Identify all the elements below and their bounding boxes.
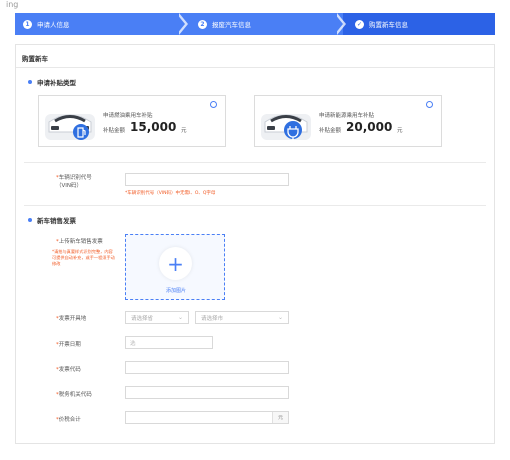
bullet-icon — [28, 218, 32, 222]
province-placeholder: 请选择省 — [131, 315, 154, 322]
step-progress-bar: 1 申请人信息 2 报废汽车信息 ✓ 购置新车信息 — [15, 13, 495, 35]
vin-label: *车辆识别代号 （VIN码） — [56, 173, 116, 189]
invoice-code-label-text: 发票代码 — [58, 367, 81, 373]
issue-place-label: *发票开具地 — [56, 314, 86, 322]
subsidy-amount: 15,000 — [130, 120, 177, 134]
radio-button[interactable] — [210, 101, 217, 108]
fuel-car-icon — [45, 114, 95, 140]
vin-label-line2: （VIN码） — [56, 183, 82, 189]
section-title: 新车销售发票 — [37, 217, 76, 225]
subsidy-section-heading: 申请补贴类型 — [28, 77, 76, 87]
step-number: 1 — [23, 19, 32, 29]
invoice-code-input[interactable] — [125, 361, 289, 374]
date-label-text: 开票日期 — [58, 342, 81, 348]
vin-input[interactable] — [125, 173, 289, 186]
step-label: 报废汽车信息 — [212, 21, 251, 29]
radio-button[interactable] — [426, 101, 433, 108]
step-scrap-vehicle-info[interactable]: 2 报废汽车信息 — [198, 13, 251, 35]
currency-unit: 元 — [272, 412, 288, 423]
check-icon: ✓ — [355, 19, 364, 29]
total-label: *价税合计 — [56, 415, 81, 423]
upload-label: *上传新车销售发票 — [56, 237, 103, 245]
step-divider — [334, 13, 343, 35]
date-input[interactable]: 选 — [125, 336, 213, 349]
upload-caption: 添加图片 — [165, 288, 186, 294]
step-label: 申请人信息 — [37, 21, 70, 29]
divider — [24, 205, 486, 206]
province-select[interactable]: 请选择省 ⌄ — [125, 311, 189, 324]
invoice-upload-area[interactable]: + 添加图片 — [125, 234, 225, 300]
new-car-panel: 购置新车 申请补贴类型 申请燃油乘用车补贴 补贴金额 15,000 元 申请新能… — [15, 44, 495, 444]
tax-office-label: *税务机关代码 — [56, 390, 92, 398]
subsidy-name: 申请燃油乘用车补贴 — [103, 113, 153, 119]
upload-hint: *请拍与真要样式识别完整，内容可提供自动补充，或手一程须手动修改 — [52, 249, 115, 266]
chevron-down-icon: ⌄ — [277, 314, 283, 321]
step-label: 购置新车信息 — [369, 21, 408, 29]
vin-hint: *车辆识别代号（VIN码）中无需I、O、Q字母 — [125, 191, 216, 196]
divider — [16, 67, 494, 68]
ev-car-icon — [261, 114, 311, 140]
step-divider — [176, 13, 185, 35]
issue-place-label-text: 发票开具地 — [58, 316, 87, 322]
step-new-car-info[interactable]: ✓ 购置新车信息 — [355, 13, 408, 35]
top-strip: ing — [0, 0, 510, 13]
vin-label-line1: 车辆识别代号 — [58, 175, 92, 181]
total-label-text: 价税合计 — [58, 417, 81, 423]
step-applicant-info[interactable]: 1 申请人信息 — [23, 13, 70, 35]
upload-label-text: 上传新车销售发票 — [58, 239, 103, 245]
amount-unit: 元 — [181, 128, 187, 134]
total-input[interactable]: 元 — [125, 411, 289, 424]
panel-title: 购置新车 — [22, 55, 48, 63]
subsidy-amount: 20,000 — [346, 120, 393, 134]
amount-label: 补贴金额 — [319, 128, 342, 134]
amount-unit: 元 — [397, 128, 403, 134]
tax-office-label-text: 税务机关代码 — [58, 392, 92, 398]
chevron-down-icon: ⌄ — [177, 314, 183, 321]
subsidy-name: 申请新能源乘用车补贴 — [319, 113, 375, 119]
add-image-icon: + — [159, 247, 192, 280]
invoice-code-label: *发票代码 — [56, 365, 81, 373]
invoice-section-heading: 新车销售发票 — [28, 215, 76, 225]
subsidy-card-fuel[interactable]: 申请燃油乘用车补贴 补贴金额 15,000 元 — [38, 95, 226, 147]
bullet-icon — [28, 80, 32, 84]
tax-office-input[interactable] — [125, 386, 289, 399]
city-select[interactable]: 请选择市 ⌄ — [195, 311, 289, 324]
top-strip-text: ing — [6, 0, 19, 9]
step-number: 2 — [198, 19, 207, 29]
date-label: *开票日期 — [56, 340, 81, 348]
divider — [24, 162, 486, 163]
section-title: 申请补贴类型 — [37, 79, 76, 87]
city-placeholder: 请选择市 — [201, 315, 224, 322]
amount-label: 补贴金额 — [103, 128, 126, 134]
subsidy-card-ev[interactable]: 申请新能源乘用车补贴 补贴金额 20,000 元 — [254, 95, 442, 147]
